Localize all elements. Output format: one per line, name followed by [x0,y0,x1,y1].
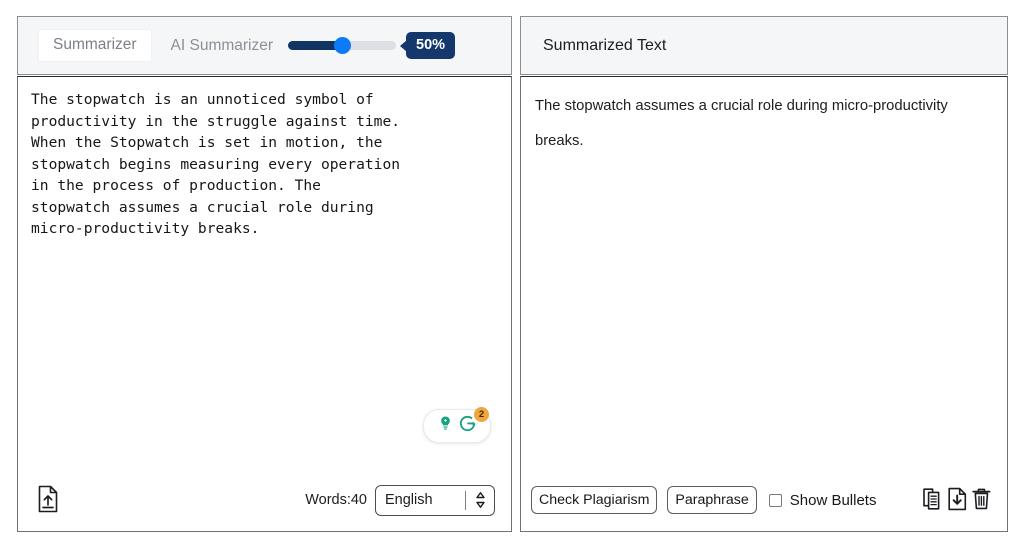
summary-text-area[interactable]: The stopwatch assumes a crucial role dur… [535,89,987,159]
chevron-updown-icon[interactable] [474,491,487,510]
output-panel-body: The stopwatch assumes a crucial role dur… [520,76,1008,532]
show-bullets-control[interactable]: Show Bullets [768,491,877,509]
language-select-value: English [385,492,433,508]
grammarly-suggestion-count-badge: 2 [474,407,489,422]
summarizer-app: Summarizer AI Summarizer 50% The stopwat… [0,0,1024,547]
output-panel-footer: Check Plagiarism Paraphrase Show Bullets [521,469,1007,531]
download-document-icon [947,487,968,514]
input-footer-right-group: Words:40 English [305,484,495,516]
paraphrase-button[interactable]: Paraphrase [667,486,757,514]
lightbulb-idea-icon[interactable] [437,415,454,437]
language-select-divider [465,490,466,510]
copy-documents-icon [922,487,944,514]
summary-length-slider[interactable]: 50% [288,31,456,60]
upload-document-icon [36,485,60,516]
slider-track[interactable] [288,37,397,54]
show-bullets-checkbox[interactable] [768,493,782,507]
tab-summarizer[interactable]: Summarizer [39,30,151,61]
upload-document-button[interactable] [34,484,62,516]
slider-value-badge: 50% [400,31,456,60]
input-panel-body: The stopwatch is an unnoticed symbol of … [17,76,512,532]
download-button[interactable] [946,487,969,514]
output-actions-group [921,487,993,514]
output-panel: Summarized Text The stopwatch assumes a … [520,16,1008,532]
grammarly-assistant-pill[interactable]: 2 [423,407,491,443]
output-panel-header: Summarized Text [520,16,1008,75]
delete-button[interactable] [970,487,993,514]
input-panel-header: Summarizer AI Summarizer 50% [17,16,512,75]
slider-thumb[interactable] [333,37,351,54]
input-panel-footer: Words:40 English [18,469,511,531]
check-plagiarism-button[interactable]: Check Plagiarism [531,486,658,514]
trash-can-icon [971,487,992,514]
input-panel: Summarizer AI Summarizer 50% The stopwat… [17,16,512,532]
word-count-label: Words:40 [305,492,367,508]
ai-summarizer-label: AI Summarizer [170,36,274,54]
show-bullets-label: Show Bullets [789,491,877,509]
source-text-area[interactable]: The stopwatch is an unnoticed symbol of … [31,89,497,240]
language-select[interactable]: English [375,484,495,516]
summarized-text-title: Summarized Text [543,36,667,54]
copy-button[interactable] [921,487,945,514]
